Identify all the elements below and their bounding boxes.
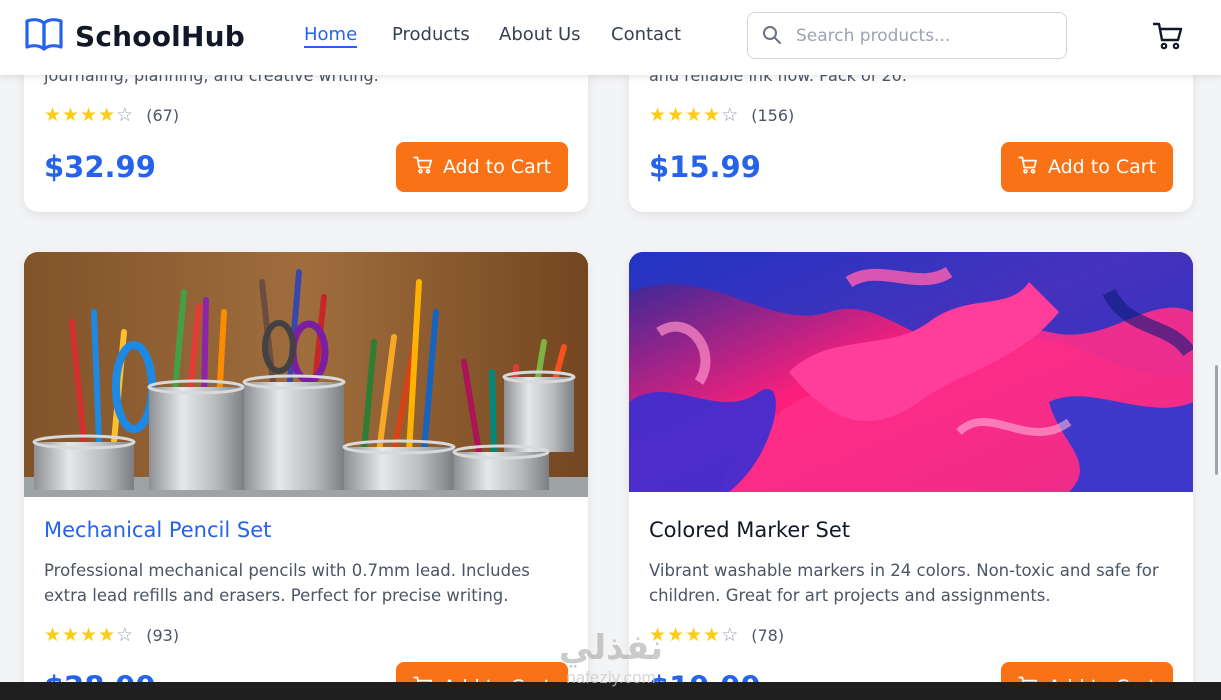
star-full-icon: ★ bbox=[98, 624, 116, 646]
product-price: $15.99 bbox=[649, 150, 761, 184]
review-count: (156) bbox=[751, 105, 795, 125]
site-header: SchoolHub Home Products About Us Contact bbox=[0, 0, 1221, 75]
product-image[interactable] bbox=[24, 252, 588, 501]
star-full-icon: ★ bbox=[685, 104, 703, 126]
search-icon bbox=[762, 25, 782, 50]
nav-about-us[interactable]: About Us bbox=[499, 24, 581, 45]
bottom-strip bbox=[0, 682, 1221, 700]
nav-contact[interactable]: Contact bbox=[611, 24, 681, 45]
star-full-icon: ★ bbox=[62, 104, 80, 126]
add-to-cart-label: Add to Cart bbox=[442, 156, 552, 178]
add-to-cart-button[interactable]: Add to Cart bbox=[396, 142, 568, 192]
star-empty-icon: ☆ bbox=[721, 624, 739, 646]
product-rating: ★ ★ ★ ★ ☆ (78) bbox=[649, 625, 784, 645]
star-full-icon: ★ bbox=[703, 104, 721, 126]
star-full-icon: ★ bbox=[649, 104, 667, 126]
product-rating: ★ ★ ★ ★ ☆ (156) bbox=[649, 105, 794, 125]
cart-button[interactable] bbox=[1152, 20, 1184, 52]
product-price: $32.99 bbox=[44, 150, 156, 184]
star-full-icon: ★ bbox=[703, 624, 721, 646]
star-full-icon: ★ bbox=[649, 624, 667, 646]
book-icon bbox=[25, 16, 63, 57]
cart-icon bbox=[413, 155, 433, 180]
star-full-icon: ★ bbox=[44, 104, 62, 126]
product-card: Colored Marker Set Vibrant washable mark… bbox=[629, 252, 1193, 700]
brand-logo[interactable]: SchoolHub bbox=[25, 17, 245, 55]
product-description: Vibrant washable markers in 24 colors. N… bbox=[649, 561, 1159, 605]
product-title[interactable]: Mechanical Pencil Set bbox=[44, 518, 271, 542]
brand-name: SchoolHub bbox=[75, 19, 245, 53]
star-full-icon: ★ bbox=[98, 104, 116, 126]
shopping-cart-icon bbox=[1152, 22, 1184, 56]
search-box bbox=[747, 12, 1067, 59]
product-image[interactable] bbox=[629, 252, 1193, 496]
nav-products[interactable]: Products bbox=[392, 24, 470, 45]
product-title[interactable]: Colored Marker Set bbox=[649, 518, 850, 542]
product-rating: ★ ★ ★ ★ ☆ (93) bbox=[44, 625, 179, 645]
review-count: (78) bbox=[751, 625, 785, 645]
cart-icon bbox=[1018, 155, 1038, 180]
star-full-icon: ★ bbox=[685, 624, 703, 646]
add-to-cart-label: Add to Cart bbox=[1047, 156, 1157, 178]
product-description: Professional mechanical pencils with 0.7… bbox=[44, 561, 530, 605]
star-empty-icon: ☆ bbox=[116, 624, 134, 646]
star-full-icon: ★ bbox=[62, 624, 80, 646]
star-full-icon: ★ bbox=[667, 104, 685, 126]
star-full-icon: ★ bbox=[80, 624, 98, 646]
scrollbar-thumb[interactable] bbox=[1215, 365, 1218, 475]
star-empty-icon: ☆ bbox=[116, 104, 134, 126]
star-empty-icon: ☆ bbox=[721, 104, 739, 126]
nav-home[interactable]: Home bbox=[304, 24, 358, 48]
product-card: Mechanical Pencil Set Professional mecha… bbox=[24, 252, 588, 700]
star-full-icon: ★ bbox=[80, 104, 98, 126]
review-count: (93) bbox=[146, 625, 180, 645]
product-rating: ★ ★ ★ ★ ☆ (67) bbox=[44, 105, 179, 125]
review-count: (67) bbox=[146, 105, 180, 125]
search-input[interactable] bbox=[796, 21, 1056, 51]
star-full-icon: ★ bbox=[667, 624, 685, 646]
star-full-icon: ★ bbox=[44, 624, 62, 646]
add-to-cart-button[interactable]: Add to Cart bbox=[1001, 142, 1173, 192]
